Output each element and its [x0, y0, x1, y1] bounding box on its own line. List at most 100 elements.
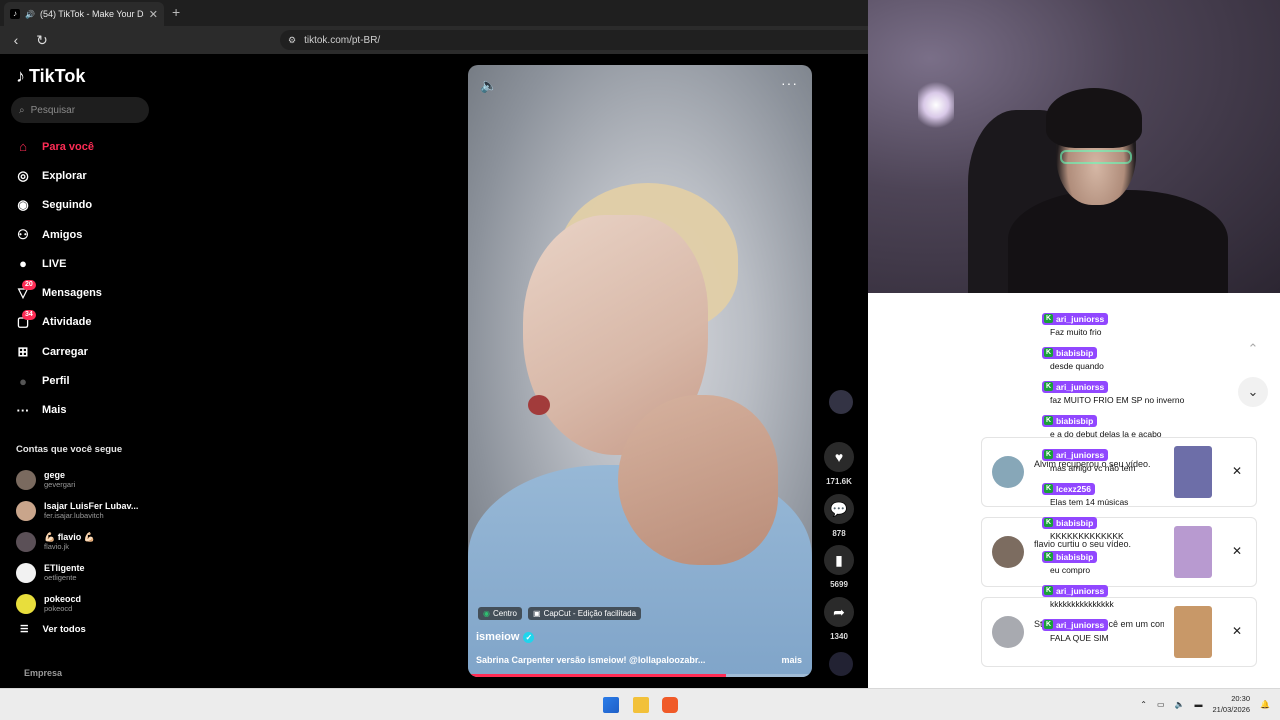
kick-badge-icon: K: [1044, 382, 1053, 391]
speaker-icon[interactable]: 🔊: [25, 10, 35, 19]
chat-message: Kari_juniorss faz MUITO FRIO EM SP no inv…: [1042, 375, 1242, 409]
nav-item-friends[interactable]: ⚇ Amigos: [14, 220, 154, 249]
nav-item-upload[interactable]: ⊞ Carregar: [14, 337, 154, 366]
chat-text: e a do debut delas la e acabo: [1050, 429, 1162, 439]
company-link[interactable]: Empresa: [24, 668, 62, 678]
video-player[interactable]: 🔈 ··· ◉ Centro ▣ CapCut - Edição facilit…: [468, 65, 812, 677]
nav-item-live[interactable]: ● LIVE: [14, 249, 154, 278]
chip-label: Centro: [492, 609, 517, 618]
chat-message: Klcexz256 Elas tem 14 músicas: [1042, 477, 1242, 511]
webcam-detail: [1060, 150, 1132, 164]
heart-icon: ♥: [824, 442, 854, 472]
kick-badge-icon: K: [1044, 586, 1053, 595]
username-text: biabisbip: [1056, 551, 1094, 562]
username-text: ari_juniorss: [1056, 381, 1105, 392]
profile-icon: ●: [19, 373, 27, 389]
video-progress-bar[interactable]: [468, 674, 812, 677]
video-frame-detail: [528, 395, 550, 415]
see-all-label: Ver todos: [42, 624, 86, 635]
username-text: biabisbip: [1056, 347, 1094, 358]
kick-badge-icon: K: [1044, 620, 1053, 629]
video-frame-detail: [618, 395, 778, 565]
following-account[interactable]: 💪🏻 flavio 💪🏻 flavio.jk: [16, 526, 156, 557]
brave-browser-icon[interactable]: [662, 697, 678, 713]
following-account[interactable]: gege gevergari: [16, 464, 156, 495]
scroll-down-button[interactable]: ⌄: [1238, 377, 1268, 407]
new-tab-button[interactable]: +: [172, 4, 180, 20]
comment-button[interactable]: 💬 878: [822, 494, 856, 538]
browser-tab[interactable]: ♪ 🔊 (54) TikTok - Make Your Day ✕: [4, 2, 164, 26]
more-options-icon[interactable]: ···: [781, 75, 798, 91]
chat-text: eu compro: [1050, 565, 1091, 575]
windows-start-icon[interactable]: [603, 697, 619, 713]
webcam-detail: [918, 80, 954, 130]
live-icon: ●: [19, 256, 27, 272]
tiktok-logo[interactable]: ♪ TikTok: [16, 66, 85, 87]
nav-item-more[interactable]: ··· Mais: [14, 396, 154, 425]
nav-label: Amigos: [42, 228, 83, 241]
chat-message: Kbiabisbip e a do debut delas la e acabo: [1042, 409, 1242, 443]
chat-username: Kari_juniorss: [1042, 584, 1109, 597]
nav-item-following[interactable]: ◉ Seguindo: [14, 191, 154, 220]
creator-avatar[interactable]: [829, 390, 853, 414]
notification-bell-icon[interactable]: 🔔: [1260, 700, 1270, 709]
video-caption: Sabrina Carpenter versão ismeiow! @lolla…: [476, 655, 706, 665]
battery-icon[interactable]: ▬: [1194, 700, 1202, 709]
like-button[interactable]: ♥ 171.6K: [822, 442, 856, 486]
kick-badge-icon: K: [1044, 552, 1053, 561]
location-chip[interactable]: ◉ Centro: [478, 607, 522, 620]
browser-toolbar: ‹ ↻ ⚙ tiktok.com/pt-BR/: [0, 26, 868, 54]
file-explorer-icon[interactable]: [633, 697, 649, 713]
back-button[interactable]: ‹: [6, 32, 26, 48]
close-tab-icon[interactable]: ✕: [149, 8, 158, 21]
avatar: [16, 500, 36, 521]
chat-username: Kari_juniorss: [1042, 312, 1109, 325]
following-list: gege gevergari Isajar LuisFer Lubav... fer…: [16, 464, 156, 619]
scroll-up-button[interactable]: ⌃: [1238, 334, 1268, 364]
webcam-detail: [1008, 190, 1228, 293]
following-account[interactable]: Isajar LuisFer Lubav... fer.isajar.lubavi…: [16, 495, 156, 526]
address-bar[interactable]: ⚙ tiktok.com/pt-BR/: [280, 30, 868, 50]
network-icon[interactable]: ▭: [1157, 700, 1165, 709]
chat-text: Faz muito frio: [1050, 327, 1102, 337]
clock[interactable]: 20:30 21/03/2026: [1212, 693, 1250, 715]
site-info-icon[interactable]: ⚙: [288, 35, 296, 46]
caption-more-button[interactable]: mais: [781, 655, 802, 665]
chevron-up-icon[interactable]: ⌃: [1140, 700, 1147, 709]
avatar: [992, 456, 1024, 488]
nav-item-messages[interactable]: ▽ 20 Mensagens: [14, 278, 154, 307]
chat-username: Klcexz256: [1042, 482, 1095, 495]
reload-button[interactable]: ↻: [32, 32, 52, 49]
kick-badge-icon: K: [1044, 348, 1053, 357]
account-handle: fer.isajar.lubavitch: [44, 510, 104, 520]
author-name: ismeiow: [476, 631, 520, 643]
nav-item-activity[interactable]: ▢ 34 Atividade: [14, 308, 154, 337]
capcut-chip[interactable]: ▣ CapCut - Edição facilitada: [528, 607, 642, 620]
video-progress-fill: [468, 674, 726, 677]
chat-username: Kari_juniorss: [1042, 618, 1109, 631]
chat-username: Kbiabisbip: [1042, 550, 1098, 563]
volume-icon[interactable]: 🔈: [1175, 700, 1185, 709]
music-disc-icon[interactable]: [829, 652, 853, 676]
nav-item-profile[interactable]: ● Perfil: [14, 366, 154, 395]
share-count: 1340: [830, 632, 848, 641]
nav-item-for-you[interactable]: ⌂ Para você: [14, 132, 154, 161]
share-button[interactable]: ➦ 1340: [822, 597, 856, 641]
kick-badge-icon: K: [1044, 416, 1053, 425]
bookmark-button[interactable]: ▮ 5699: [822, 545, 856, 589]
search-icon: ⌕: [19, 104, 25, 116]
chat-username: Kari_juniorss: [1042, 448, 1109, 461]
avatar: [992, 536, 1024, 568]
following-account[interactable]: ETligente oetligente: [16, 557, 156, 588]
nav-item-explore[interactable]: ◎ Explorar: [14, 161, 154, 190]
nav-label: LIVE: [42, 257, 67, 270]
following-account[interactable]: pokeocd pokeocd: [16, 588, 156, 619]
chat-username: Kbiabisbip: [1042, 346, 1098, 359]
search-input[interactable]: ⌕ Pesquisar: [11, 97, 149, 123]
see-all-button[interactable]: ☰ Ver todos: [20, 624, 86, 635]
comment-icon: 💬: [824, 494, 854, 524]
account-name: ETligente: [44, 562, 85, 573]
volume-icon[interactable]: 🔈: [480, 77, 497, 94]
tiktok-app: ♪ TikTok ⌕ Pesquisar ⌂ Para você ◎ Explo…: [0, 54, 868, 688]
video-author[interactable]: ismeiow ✓: [476, 631, 535, 643]
